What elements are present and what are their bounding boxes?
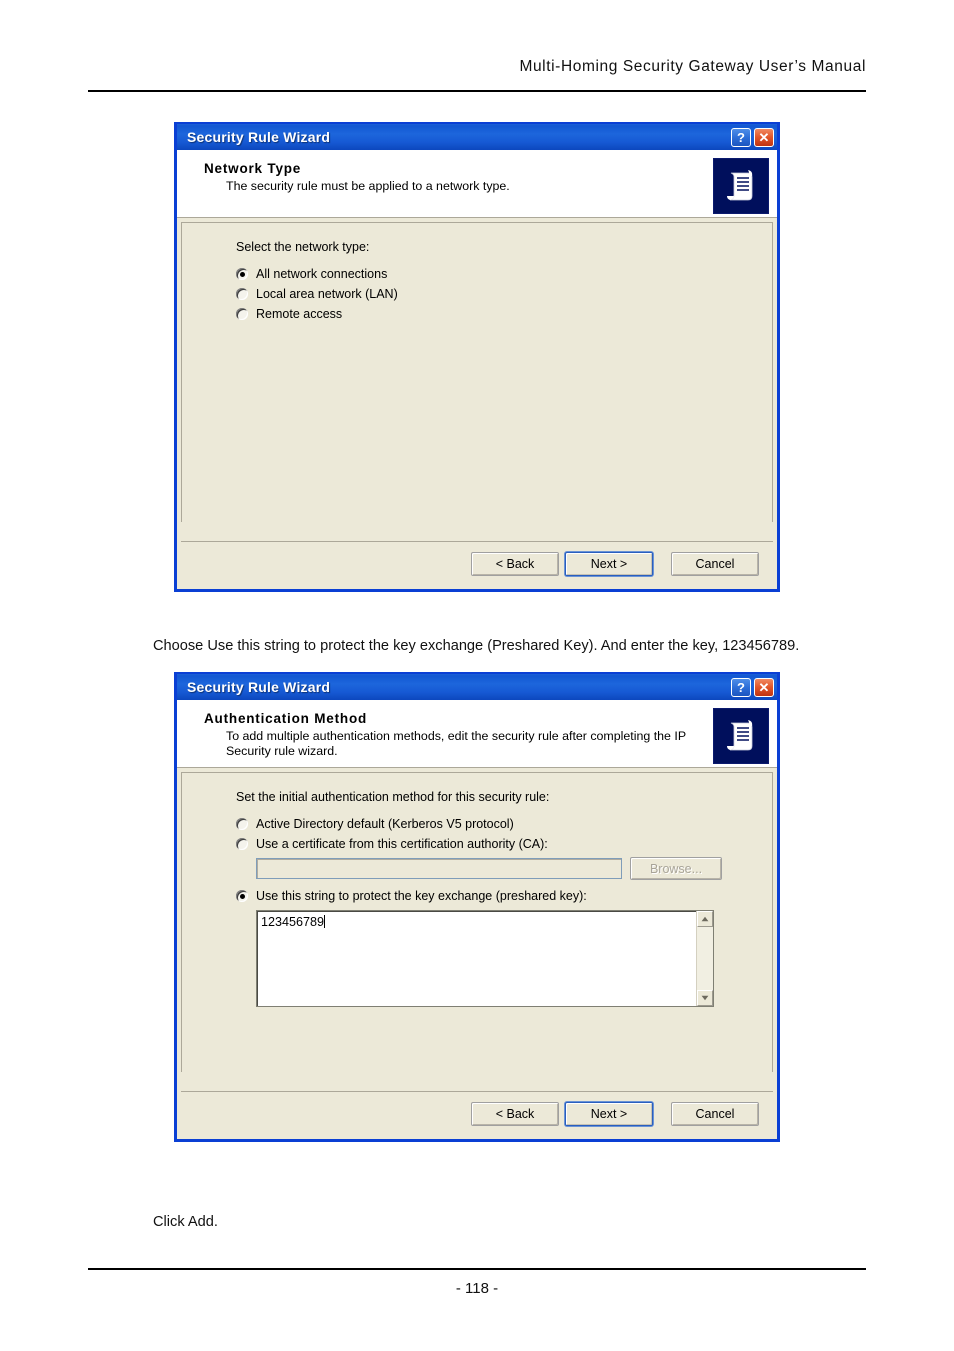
dialog-footer: < Back Next > Cancel [181,1091,773,1135]
radio-label: All network connections [256,267,388,281]
page-header: Multi-Homing Security Gateway User’s Man… [88,58,866,76]
footer-separator [181,541,773,542]
radio-label: Use this string to protect the key excha… [256,889,587,903]
close-icon[interactable]: ✕ [754,677,774,697]
next-button[interactable]: Next > [565,1101,653,1126]
banner-text: Network Type The security rule must be a… [204,160,713,194]
next-button[interactable]: Next > [565,551,653,576]
dialog-authentication-method: Security Rule Wizard ? ✕ Authentication … [174,672,780,1142]
banner-separator [177,217,777,218]
banner-subtitle: The security rule must be applied to a n… [226,179,510,193]
radio-icon[interactable] [236,890,248,902]
preshared-key-value: 123456789 [261,915,325,929]
radio-option-active-directory-default[interactable]: Active Directory default (Kerberos V5 pr… [236,817,772,831]
banner-subtitle: To add multiple authentication methods, … [226,729,686,758]
scroll-document-icon [713,708,769,764]
content-pane: Select the network type: All network con… [181,222,773,522]
banner-title: Authentication Method [204,711,368,726]
prompt-label: Select the network type: [236,240,370,254]
help-icon[interactable]: ? [731,127,751,147]
certificate-authority-row: Browse... [256,857,772,880]
radio-option-remote-access[interactable]: Remote access [236,307,772,321]
dialog-network-type: Security Rule Wizard ? ✕ Network Type Th… [174,122,780,592]
header-rule [88,90,866,92]
help-icon[interactable]: ? [731,677,751,697]
caption-click-add: Click Add. [153,1214,218,1230]
footer-rule [88,1268,866,1270]
radio-option-all-network-connections[interactable]: All network connections [236,267,772,281]
preshared-key-text-area-body[interactable]: 123456789 [257,911,696,1006]
radio-option-use-certificate[interactable]: Use a certificate from this certificatio… [236,837,772,851]
content-pane: Set the initial authentication method fo… [181,772,773,1072]
radio-icon[interactable] [236,308,248,320]
radio-label: Local area network (LAN) [256,287,398,301]
page-header-title: Multi-Homing Security Gateway User’s Man… [519,58,866,75]
titlebar-buttons: ? ✕ [731,127,774,147]
banner: Network Type The security rule must be a… [177,150,777,218]
textarea-scrollbar[interactable] [696,911,713,1006]
radio-label: Active Directory default (Kerberos V5 pr… [256,817,514,831]
caption-preshared-key: Choose Use this string to protect the ke… [153,638,800,654]
back-button[interactable]: < Back [471,1101,559,1126]
titlebar[interactable]: Security Rule Wizard ? ✕ [177,124,777,150]
browse-button[interactable]: Browse... [630,857,722,880]
titlebar[interactable]: Security Rule Wizard ? ✕ [177,674,777,700]
radio-icon[interactable] [236,288,248,300]
radio-label: Use a certificate from this certificatio… [256,837,548,851]
banner-text: Authentication Method To add multiple au… [204,710,713,759]
back-button[interactable]: < Back [471,551,559,576]
preshared-key-textarea[interactable]: 123456789 [256,910,714,1007]
titlebar-buttons: ? ✕ [731,677,774,697]
radio-label: Remote access [256,307,343,321]
prompt-label: Set the initial authentication method fo… [236,790,550,804]
banner: Authentication Method To add multiple au… [177,700,777,768]
radio-icon[interactable] [236,268,248,280]
footer-separator [181,1091,773,1092]
banner-separator [177,767,777,768]
close-icon[interactable]: ✕ [754,127,774,147]
dialog-footer: < Back Next > Cancel [181,541,773,585]
titlebar-title: Security Rule Wizard [187,129,331,145]
radio-option-preshared-key[interactable]: Use this string to protect the key excha… [236,889,772,903]
scroll-down-icon[interactable] [697,990,713,1006]
cancel-button[interactable]: Cancel [671,551,759,576]
radio-icon[interactable] [236,818,248,830]
certificate-authority-input[interactable] [256,858,622,879]
radio-icon[interactable] [236,838,248,850]
page-number: - 118 - [455,1280,499,1297]
text-caret [324,915,326,928]
radio-option-local-area-network[interactable]: Local area network (LAN) [236,287,772,301]
cancel-button[interactable]: Cancel [671,1101,759,1126]
scroll-document-icon [713,158,769,214]
banner-title: Network Type [204,161,302,176]
titlebar-title: Security Rule Wizard [187,679,331,695]
scroll-up-icon[interactable] [697,911,713,927]
